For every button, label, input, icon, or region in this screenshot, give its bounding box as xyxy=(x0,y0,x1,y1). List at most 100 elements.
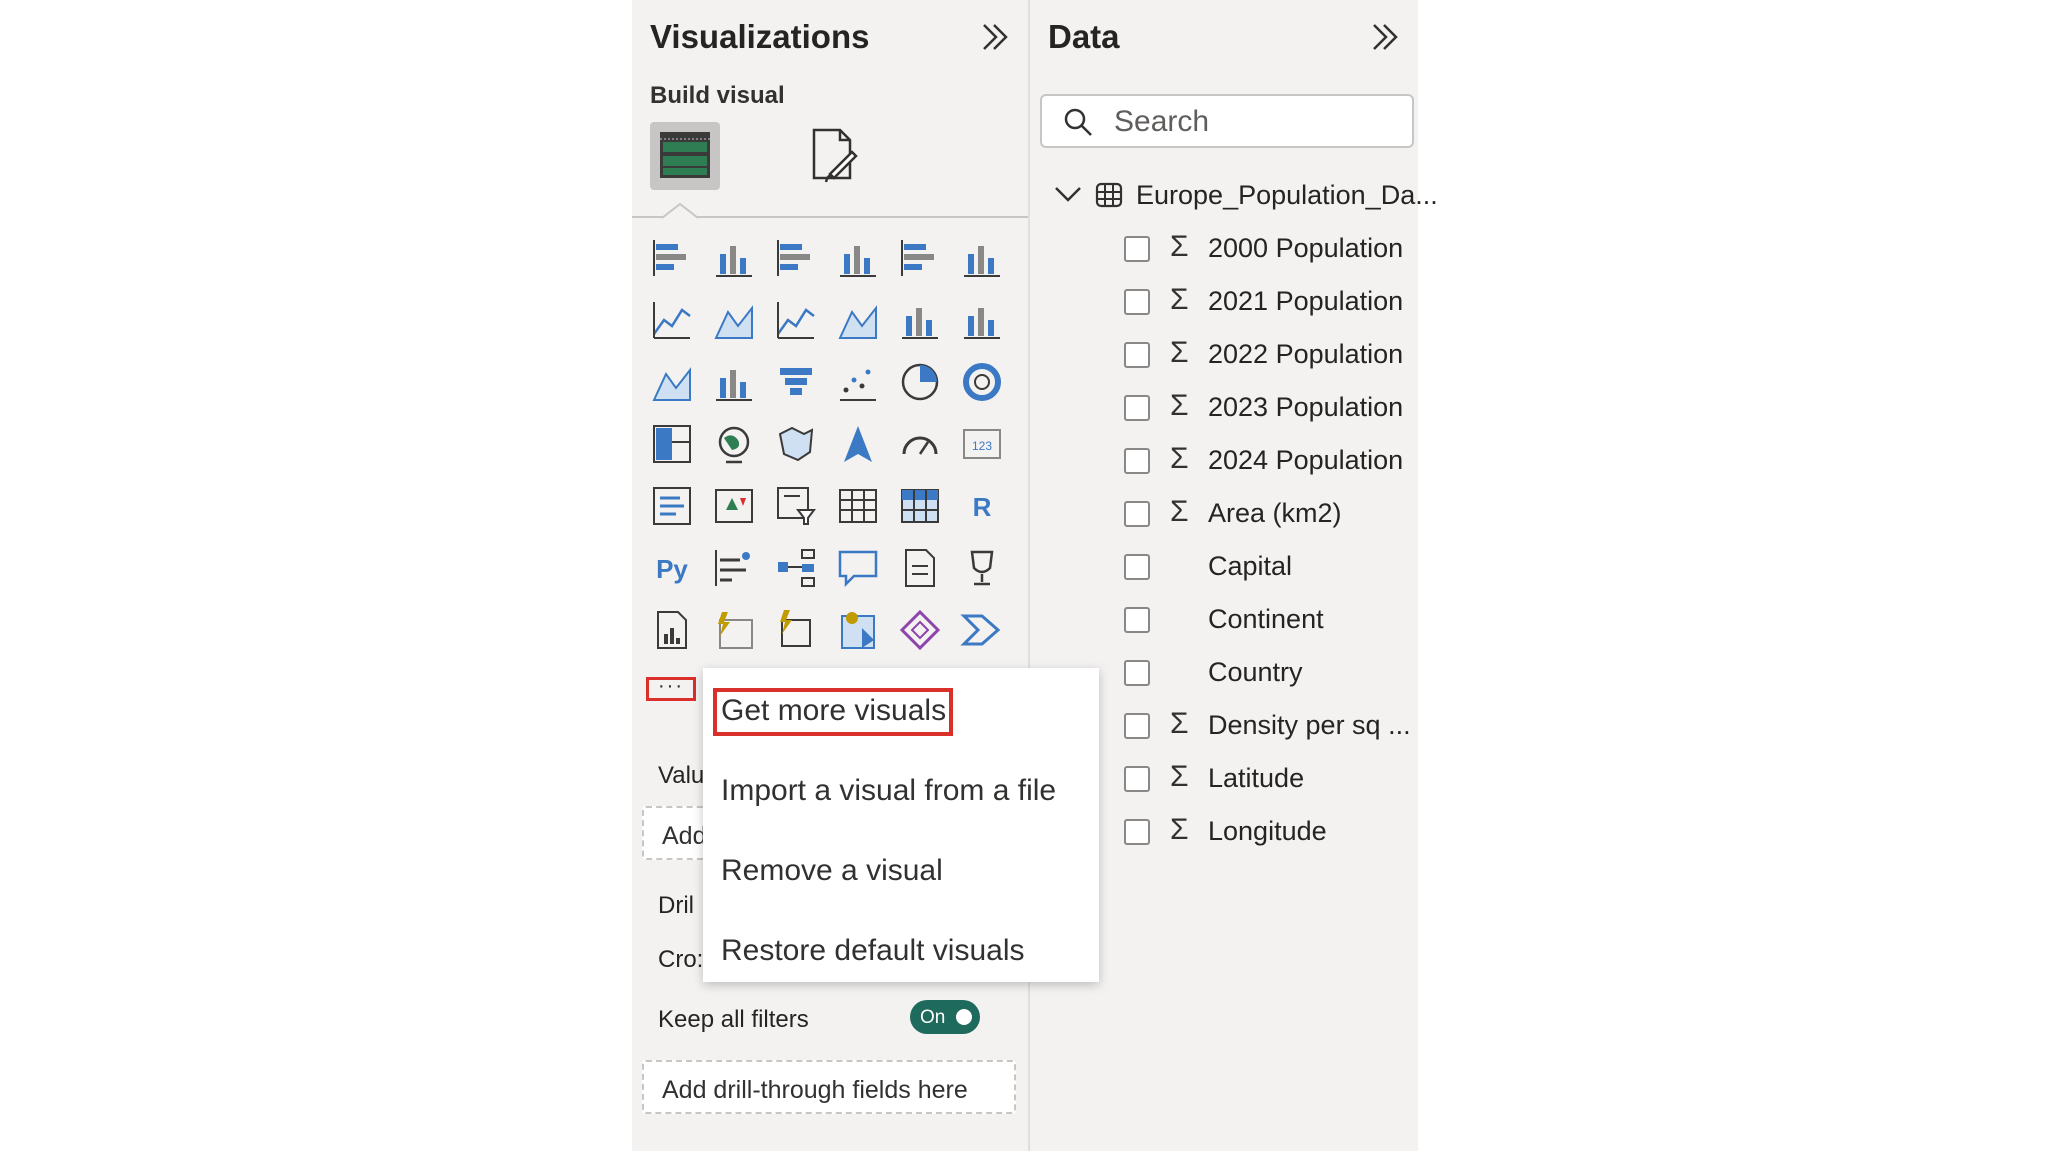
menu-item-import-visual[interactable]: Import a visual from a file xyxy=(721,774,1056,808)
double-chevron-right-icon xyxy=(983,24,1008,50)
paginated-report-icon[interactable] xyxy=(650,608,694,652)
clustered-bar-chart-icon[interactable] xyxy=(774,236,818,280)
field-checkbox[interactable] xyxy=(1124,554,1150,580)
search-input[interactable] xyxy=(1112,106,1396,138)
drill-through-label: Dril xyxy=(658,892,694,919)
stacked-bar-chart-icon-glyph xyxy=(653,240,686,276)
kpi-icon[interactable] xyxy=(712,484,756,528)
stacked-area-chart-icon[interactable] xyxy=(774,298,818,342)
more-visuals-menu: Get more visuals Import a visual from a … xyxy=(703,668,1099,982)
field-name: 2000 Population xyxy=(1208,233,1404,263)
field-row[interactable]: Σ Density per sq ... xyxy=(1124,707,1418,747)
arcgis-map-icon[interactable] xyxy=(836,608,880,652)
line-and-stacked-column-icon[interactable] xyxy=(898,298,942,342)
qa-icon[interactable] xyxy=(836,546,880,590)
python-visual-icon-glyph: Py xyxy=(656,554,688,584)
field-row[interactable]: Σ 2021 Population xyxy=(1124,283,1418,323)
sigma-icon: Σ xyxy=(1170,336,1189,369)
stacked-bar-chart-icon[interactable] xyxy=(650,236,694,280)
power-apps-card-icon[interactable] xyxy=(712,608,756,652)
field-row[interactable]: Σ Longitude xyxy=(1124,813,1418,853)
field-row[interactable]: Σ Area (km2) xyxy=(1124,495,1418,535)
decomposition-tree-icon[interactable] xyxy=(774,546,818,590)
clustered-bar-chart-icon-glyph xyxy=(777,240,810,276)
power-automate-icon[interactable] xyxy=(960,608,1004,652)
field-checkbox[interactable] xyxy=(1124,236,1150,262)
r-script-visual-icon[interactable]: R xyxy=(960,484,1004,528)
more-visuals-button[interactable]: ··· xyxy=(646,676,696,701)
smart-narrative-icon[interactable] xyxy=(898,546,942,590)
scatter-chart-icon[interactable] xyxy=(836,360,880,404)
r-script-visual-icon-glyph: R xyxy=(973,492,992,522)
matrix-icon[interactable] xyxy=(898,484,942,528)
line-chart-icon[interactable] xyxy=(650,298,694,342)
power-apps-card-icon-glyph xyxy=(718,612,753,649)
format-visual-button[interactable] xyxy=(800,122,870,190)
100-stacked-bar-chart-icon[interactable] xyxy=(898,236,942,280)
python-visual-icon[interactable]: Py xyxy=(650,546,694,590)
field-checkbox[interactable] xyxy=(1124,501,1150,527)
field-row[interactable]: Capital xyxy=(1124,548,1418,588)
field-row[interactable]: Σ 2000 Population xyxy=(1124,230,1418,270)
field-checkbox[interactable] xyxy=(1124,289,1150,315)
treemap-icon[interactable] xyxy=(650,422,694,466)
field-row[interactable]: Country xyxy=(1124,654,1418,694)
donut-chart-icon[interactable] xyxy=(960,360,1004,404)
donut-chart-icon-glyph xyxy=(963,363,1001,401)
100-stacked-area-chart-icon[interactable] xyxy=(836,298,880,342)
metrics-icon[interactable] xyxy=(960,546,1004,590)
map-icon[interactable] xyxy=(712,422,756,466)
field-checkbox[interactable] xyxy=(1124,660,1150,686)
line-chart-icon-glyph xyxy=(652,302,691,339)
100-stacked-column-chart-icon[interactable] xyxy=(960,236,1004,280)
visualizations-title: Visualizations xyxy=(650,18,870,55)
keep-all-filters-toggle[interactable]: On xyxy=(910,1000,980,1034)
field-checkbox[interactable] xyxy=(1124,607,1150,633)
menu-item-remove-visual[interactable]: Remove a visual xyxy=(721,854,943,888)
field-checkbox[interactable] xyxy=(1124,713,1150,739)
power-apps-slicer-icon[interactable] xyxy=(774,608,818,652)
power-apps-icon[interactable] xyxy=(898,608,942,652)
clustered-column-chart-icon[interactable] xyxy=(836,236,880,280)
field-row[interactable]: Continent xyxy=(1124,601,1418,641)
power-automate-icon-glyph xyxy=(960,614,1001,646)
multi-row-card-icon[interactable] xyxy=(650,484,694,528)
stacked-column-chart-icon[interactable] xyxy=(712,236,756,280)
card-icon[interactable]: 123 xyxy=(960,422,1004,466)
slicer-icon[interactable] xyxy=(774,484,818,528)
line-and-clustered-column-icon[interactable] xyxy=(960,298,1004,342)
data-title: Data xyxy=(1048,18,1120,55)
field-checkbox[interactable] xyxy=(1124,766,1150,792)
filled-map-icon[interactable] xyxy=(774,422,818,466)
waterfall-chart-icon[interactable] xyxy=(712,360,756,404)
field-name: Latitude xyxy=(1208,763,1305,793)
field-checkbox[interactable] xyxy=(1124,448,1150,474)
build-visual-button[interactable] xyxy=(650,122,720,190)
pie-chart-icon[interactable] xyxy=(898,360,942,404)
field-checkbox[interactable] xyxy=(1124,819,1150,845)
search-box[interactable] xyxy=(1040,94,1414,148)
slicer-icon-glyph xyxy=(777,487,816,525)
table-icon[interactable] xyxy=(836,484,880,528)
collapse-data-button[interactable] xyxy=(1368,20,1402,54)
field-row[interactable]: Σ 2024 Population xyxy=(1124,442,1418,482)
menu-item-restore-default[interactable]: Restore default visuals xyxy=(721,934,1025,968)
drill-through-drop-zone[interactable]: Add drill-through fields here xyxy=(642,1060,1016,1114)
ribbon-chart-icon[interactable] xyxy=(650,360,694,404)
menu-item-get-more-visuals[interactable]: Get more visuals xyxy=(721,694,946,728)
field-checkbox[interactable] xyxy=(1124,395,1150,421)
area-chart-icon[interactable] xyxy=(712,298,756,342)
key-influencers-icon[interactable] xyxy=(712,546,756,590)
azure-map-icon[interactable] xyxy=(836,422,880,466)
field-checkbox[interactable] xyxy=(1124,342,1150,368)
field-row[interactable]: Σ Latitude xyxy=(1124,760,1418,800)
sigma-icon: Σ xyxy=(1170,495,1189,528)
gauge-icon[interactable] xyxy=(898,422,942,466)
treemap-icon-glyph xyxy=(653,425,691,463)
field-row[interactable]: Σ 2023 Population xyxy=(1124,389,1418,429)
field-row[interactable]: Σ 2022 Population xyxy=(1124,336,1418,376)
table-node[interactable]: Europe_Population_Da... xyxy=(1054,176,1438,216)
power-apps-icon-glyph xyxy=(899,609,941,651)
funnel-chart-icon[interactable] xyxy=(774,360,818,404)
collapse-visualizations-button[interactable] xyxy=(978,20,1012,54)
